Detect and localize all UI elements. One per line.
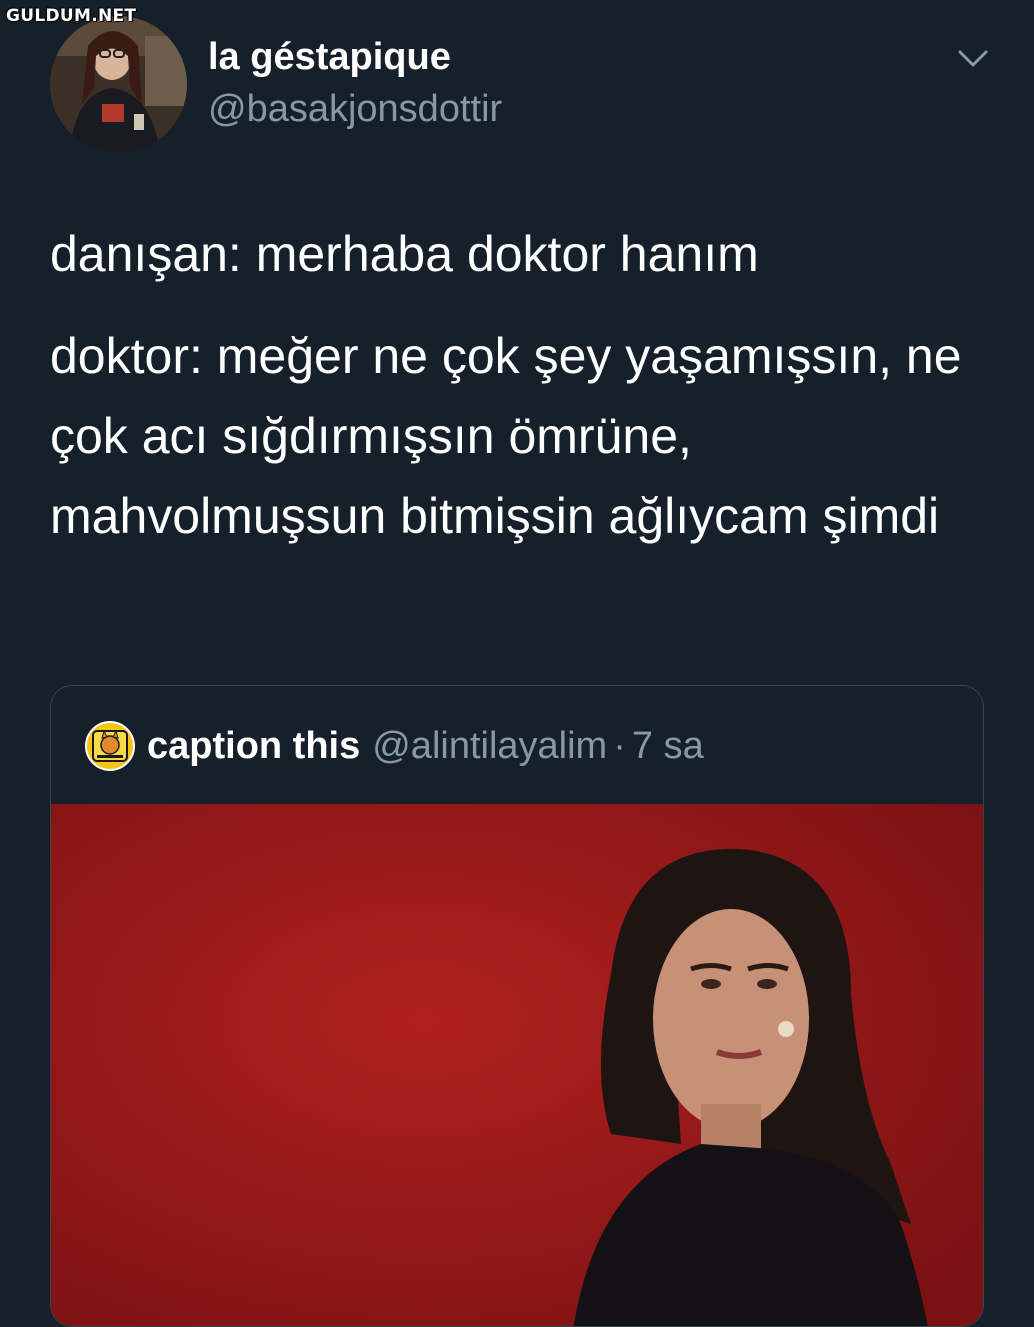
tweet-text: danışan: merhaba doktor hanım doktor: me…: [50, 214, 1000, 556]
quoted-timestamp[interactable]: 7 sa: [632, 725, 704, 768]
watermark: GULDUM.NET: [6, 6, 137, 26]
quoted-author-avatar[interactable]: [85, 721, 135, 771]
author-avatar[interactable]: [50, 16, 187, 153]
author-handle[interactable]: @basakjonsdottir: [208, 88, 502, 131]
portrait-photo: [51, 804, 983, 1326]
cat-logo-icon: [92, 729, 128, 762]
author-name[interactable]: la géstapique: [208, 36, 451, 79]
tweet-line-doctor: doktor: meğer ne çok şey yaşamışsın, ne …: [50, 328, 962, 544]
tweet-line-patient: danışan: merhaba doktor hanım: [50, 226, 759, 282]
chevron-down-icon[interactable]: [956, 44, 990, 72]
quoted-tweet[interactable]: caption this @alintilayalim · 7 sa: [50, 685, 984, 1327]
separator-dot: ·: [613, 724, 626, 767]
quoted-author-handle[interactable]: @alintilayalim: [372, 725, 607, 768]
quoted-tweet-image[interactable]: [51, 804, 983, 1326]
quoted-tweet-header: caption this @alintilayalim · 7 sa: [85, 720, 704, 772]
avatar-photo: [50, 16, 187, 153]
quoted-author-name[interactable]: caption this: [147, 725, 360, 768]
